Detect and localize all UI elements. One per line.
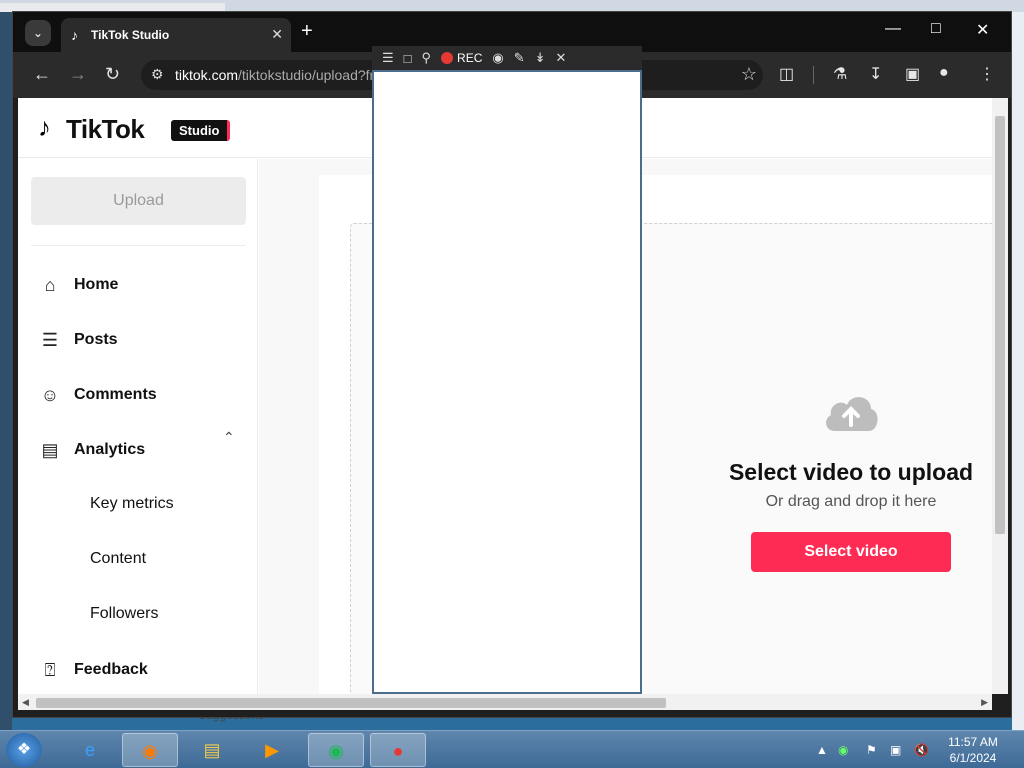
firefox-icon[interactable]: ◉ — [122, 733, 178, 767]
minimize-button[interactable]: — — [885, 20, 901, 38]
clock-time: 11:57 AM — [948, 735, 998, 749]
rec-label[interactable]: REC — [457, 51, 482, 65]
tiktok-logo-icon: ♪ — [38, 112, 51, 142]
reload-button[interactable]: ↻ — [105, 64, 120, 85]
studio-badge: Studio — [171, 120, 231, 141]
vertical-scroll-thumb[interactable] — [995, 116, 1005, 534]
extensions-icon[interactable]: ◫ — [779, 64, 794, 84]
profile-avatar-icon[interactable]: ● — [939, 64, 949, 82]
comment-icon: ☺ — [40, 384, 60, 405]
browser-tab[interactable]: ♪ TikTok Studio ✕ — [61, 18, 291, 52]
recorder-region-icon[interactable]: □ — [404, 51, 412, 66]
clock-date: 6/1/2024 — [949, 751, 997, 765]
sidebar-item-feedback[interactable]: ⍰ Feedback — [38, 658, 148, 682]
tab-search-button[interactable]: ⌄ — [25, 20, 51, 46]
sidebar-item-key-metrics[interactable]: Key metrics — [90, 495, 174, 513]
taskbar-clock[interactable]: 11:57 AM 6/1/2024 — [938, 734, 1008, 766]
vertical-scrollbar[interactable] — [992, 98, 1008, 694]
sidebar-divider — [31, 245, 246, 246]
recorder-toolbar: ☰ □ ⚲ REC ◉ ✎ ↡ ✕ — [372, 46, 642, 70]
home-icon: ⌂ — [44, 274, 56, 295]
sidebar-item-posts[interactable]: ☰ Posts — [38, 328, 118, 352]
tab-close-icon[interactable]: ✕ — [271, 26, 283, 43]
record-dot-icon[interactable] — [441, 52, 454, 64]
forward-button[interactable]: → — [69, 64, 87, 85]
internet-explorer-icon[interactable]: e — [62, 733, 118, 767]
new-tab-button[interactable]: + — [301, 20, 313, 43]
downloads-icon[interactable]: ↧ — [869, 64, 882, 84]
recorder-menu-icon[interactable]: ☰ — [382, 50, 394, 66]
tray-expand-icon[interactable]: ▲ — [816, 743, 828, 757]
action-center-flag-icon[interactable]: ⚑ — [866, 743, 877, 757]
app-icon[interactable]: ◉ — [308, 733, 364, 767]
toolbar-separator — [813, 66, 814, 84]
desktop-right-edge — [1012, 12, 1024, 730]
sidebar-item-followers[interactable]: Followers — [90, 605, 158, 623]
upload-title: Select video to upload — [728, 459, 974, 485]
scroll-right-arrow-icon[interactable]: ▶ — [981, 697, 988, 708]
bookmark-star-icon[interactable]: ☆ — [741, 64, 757, 85]
recorder-zoom-icon[interactable]: ⚲ — [422, 50, 432, 66]
camera-icon[interactable]: ◉ — [492, 50, 503, 66]
recording-region-frame[interactable] — [372, 70, 642, 694]
network-icon[interactable]: ▣ — [890, 743, 901, 757]
volume-muted-icon[interactable]: 🔇 — [914, 743, 929, 757]
sidebar: Upload ⌂ Home ☰ Posts ☺ Comments ▤ Analy… — [18, 159, 258, 708]
cast-icon[interactable]: ▣ — [905, 64, 920, 84]
site-settings-icon[interactable]: ⚙ — [151, 66, 164, 83]
sidebar-item-comments[interactable]: ☺ Comments — [38, 383, 157, 407]
media-player-icon[interactable]: ▶ — [244, 733, 300, 767]
maximize-button[interactable]: □ — [931, 20, 941, 38]
taskbar: ❖ e ◉ ▤ ▶ ◉ ● ▲ ◉ ⚑ ▣ 🔇 11:57 AM 6/1/202… — [0, 730, 1024, 768]
back-button[interactable]: ← — [33, 64, 51, 85]
select-video-button[interactable]: Select video — [751, 532, 951, 572]
analytics-chart-icon: ▤ — [41, 439, 59, 460]
sidebar-item-analytics[interactable]: ▤ Analytics — [38, 438, 145, 462]
start-button[interactable]: ❖ — [6, 733, 42, 767]
scroll-left-arrow-icon[interactable]: ◀ — [22, 697, 29, 708]
list-icon: ☰ — [41, 329, 59, 350]
horizontal-scroll-thumb[interactable] — [36, 698, 666, 708]
labs-flask-icon[interactable]: ⚗ — [833, 64, 847, 84]
file-explorer-icon[interactable]: ▤ — [184, 733, 240, 767]
tiktok-favicon-icon: ♪ — [71, 27, 78, 43]
sidebar-item-home[interactable]: ⌂ Home — [38, 273, 119, 297]
collapse-icon[interactable]: ↡ — [535, 50, 546, 66]
cloud-upload-icon — [826, 397, 878, 431]
recorder-close-icon[interactable]: ✕ — [556, 50, 567, 66]
pen-icon[interactable]: ✎ — [514, 50, 525, 66]
feedback-icon: ⍰ — [44, 659, 56, 680]
close-window-button[interactable]: ✕ — [976, 20, 989, 40]
upload-button[interactable]: Upload — [31, 177, 246, 225]
upload-subtitle: Or drag and drop it here — [765, 493, 937, 510]
browser-menu-icon[interactable]: ⋮ — [979, 64, 995, 84]
horizontal-scrollbar[interactable]: ◀ ▶ — [18, 694, 992, 710]
chevron-up-icon[interactable]: ⌃ — [223, 429, 235, 446]
sidebar-item-content[interactable]: Content — [90, 550, 146, 568]
tab-title: TikTok Studio — [91, 28, 170, 42]
recorder-app-icon[interactable]: ● — [370, 733, 426, 767]
tiktok-logo-text[interactable]: TikTok — [66, 114, 145, 145]
tray-status-icon[interactable]: ◉ — [838, 743, 848, 757]
desktop-left-edge — [0, 12, 12, 730]
